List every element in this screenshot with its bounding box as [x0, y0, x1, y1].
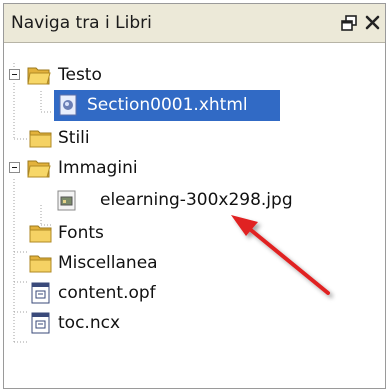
- tree-item-label: Section0001.xhtml: [87, 95, 248, 115]
- float-window-icon[interactable]: [339, 12, 359, 34]
- opf-file-icon: [28, 281, 54, 305]
- image-file-icon: [54, 188, 80, 212]
- folder-icon: [28, 126, 54, 150]
- tree-item-fonts[interactable]: Fonts: [4, 218, 387, 248]
- tree-item-label: Miscellanea: [58, 253, 158, 273]
- xhtml-page-icon: [55, 93, 81, 117]
- tree-item-label: Immagini: [58, 158, 138, 178]
- tree-item-label: Testo: [58, 65, 102, 85]
- tree-item-testo[interactable]: Testo: [4, 60, 387, 90]
- book-browser-panel: Naviga tra i Libri Testo Section0001.xht…: [3, 3, 386, 389]
- panel-titlebar: Naviga tra i Libri: [4, 4, 385, 43]
- tree-item-label: Stili: [58, 128, 90, 148]
- tree-item-immagini[interactable]: Immagini: [4, 153, 387, 183]
- tree-item-miscellanea[interactable]: Miscellanea: [4, 248, 387, 278]
- book-tree: Testo Section0001.xhtml Stili Immagini e…: [4, 43, 385, 388]
- folder-icon: [28, 251, 54, 275]
- folder-open-icon: [26, 63, 52, 87]
- tree-item-content-opf[interactable]: content.opf: [4, 278, 387, 308]
- close-panel-icon[interactable]: [362, 12, 382, 34]
- tree-item-label: elearning-300x298.jpg: [100, 190, 293, 210]
- tree-item-elearning-jpg[interactable]: elearning-300x298.jpg: [4, 185, 387, 215]
- tree-item-stili[interactable]: Stili: [4, 123, 387, 153]
- collapse-toggle-icon[interactable]: [9, 69, 20, 80]
- folder-icon: [28, 221, 54, 245]
- tree-item-label: toc.ncx: [58, 313, 120, 333]
- panel-title: Naviga tra i Libri: [11, 13, 152, 33]
- collapse-toggle-icon[interactable]: [9, 162, 20, 173]
- tree-item-toc-ncx[interactable]: toc.ncx: [4, 308, 387, 338]
- ncx-file-icon: [28, 311, 54, 335]
- tree-item-label: content.opf: [58, 283, 156, 303]
- tree-item-section0001[interactable]: Section0001.xhtml: [54, 90, 280, 121]
- tree-item-label: Fonts: [58, 223, 104, 243]
- folder-open-icon: [26, 156, 52, 180]
